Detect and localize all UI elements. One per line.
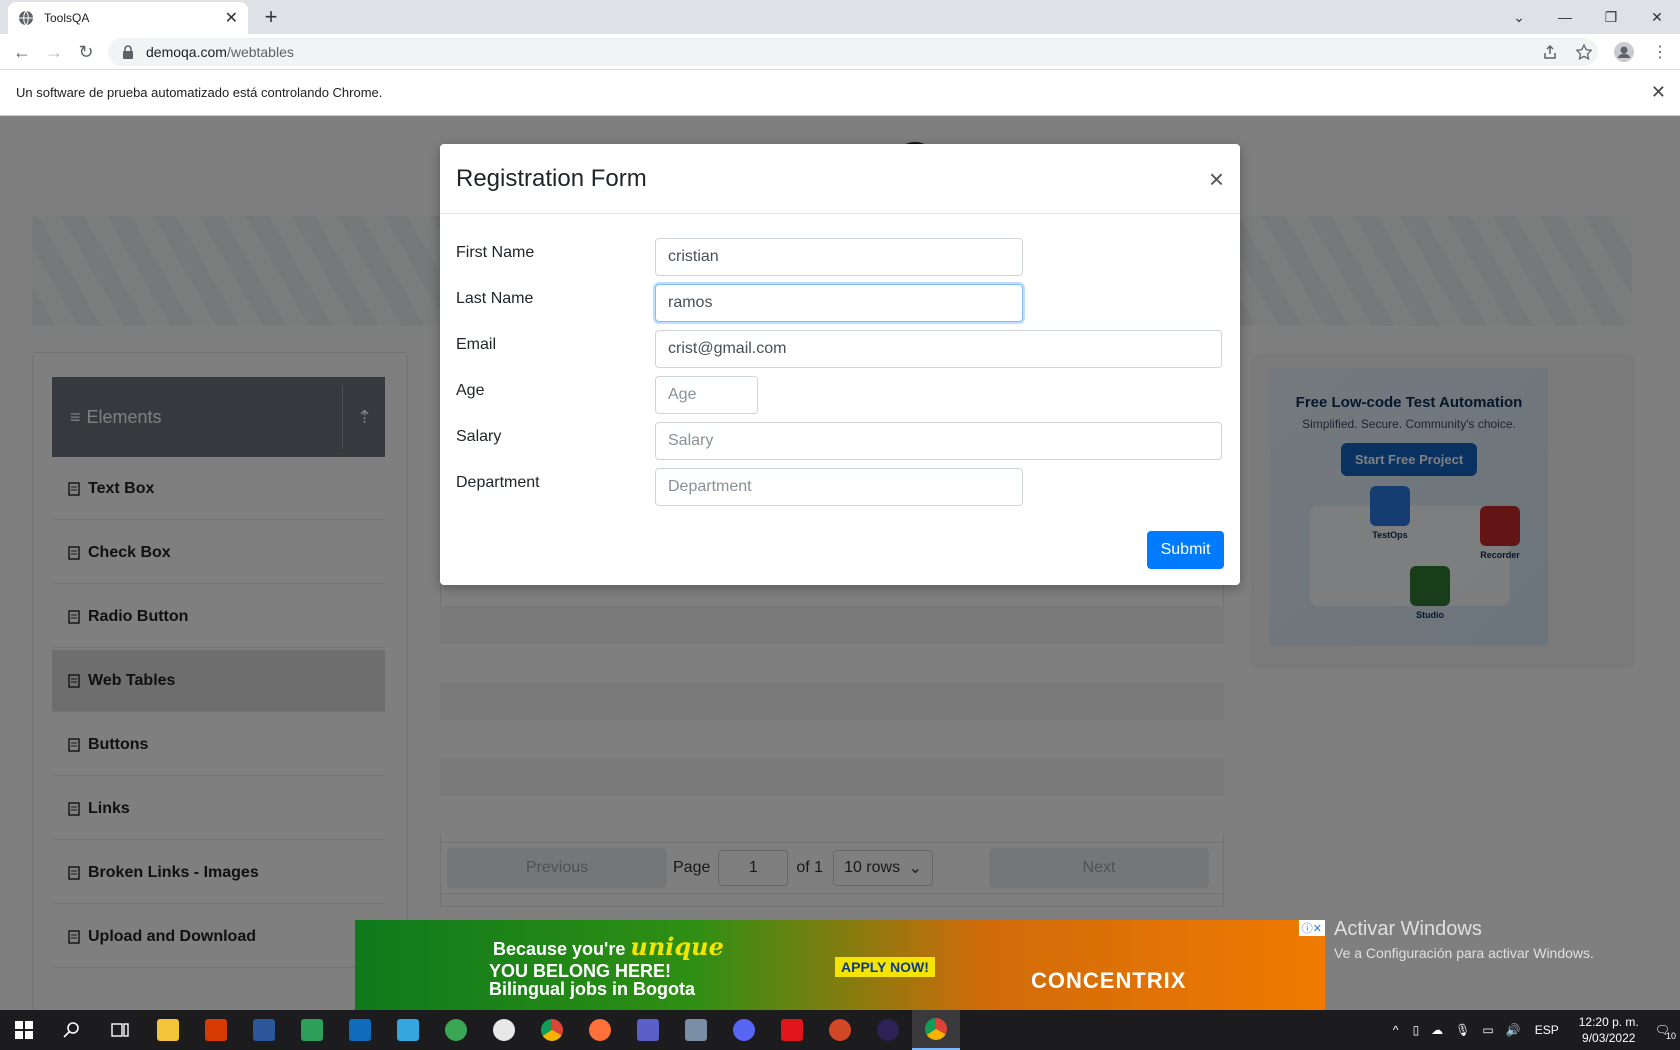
infobar-text: Un software de prueba automatizado está … — [16, 85, 383, 100]
globe-app-icon[interactable] — [432, 1010, 480, 1050]
tab-search-icon[interactable]: ⌄ — [1496, 0, 1542, 34]
notifications-icon[interactable]: 🗨 10 — [1655, 1023, 1676, 1041]
network-icon[interactable]: ▭ — [1482, 1023, 1493, 1037]
microphone-icon[interactable]: 🎙 — [1455, 1023, 1470, 1037]
system-tray: ^ ▯ ☁ 🎙 ▭ 🔊 ESP 12:20 p. m. 9/03/2022 🗨 1… — [1385, 1010, 1680, 1050]
email-label: Email — [456, 336, 497, 353]
url-input[interactable]: demoqa.com/webtables — [108, 38, 1598, 66]
close-tab-icon[interactable]: ✕ — [225, 8, 238, 28]
last-name-label: Last Name — [456, 290, 534, 307]
restore-button[interactable]: ❐ — [1588, 0, 1634, 34]
department-row: Department — [456, 468, 1226, 508]
ad-choices-close-icon[interactable]: ⓘ✕ — [1298, 920, 1325, 936]
windows-taskbar: ^ ▯ ☁ 🎙 ▭ 🔊 ESP 12:20 p. m. 9/03/2022 🗨 1… — [0, 1010, 1680, 1050]
ad-line-2-text: YOU BELONG HERE! — [489, 961, 672, 981]
language-indicator[interactable]: ESP — [1535, 1023, 1559, 1037]
registration-modal: Registration Form × First Name Last Name… — [440, 144, 1240, 585]
browser-tabbar: ToolsQA ✕ + ⌄ — ❐ ✕ — [0, 0, 1680, 34]
powerpoint-icon[interactable] — [816, 1010, 864, 1050]
task-view-icon[interactable] — [96, 1010, 144, 1050]
cloud-icon[interactable]: ☁ — [1431, 1023, 1443, 1037]
infobar-close-icon[interactable]: ✕ — [1651, 82, 1666, 103]
app-icon[interactable] — [480, 1010, 528, 1050]
chevron-up-icon[interactable]: ^ — [1393, 1023, 1399, 1037]
minimize-button[interactable]: — — [1542, 0, 1588, 34]
clock-date: 9/03/2022 — [1582, 1031, 1636, 1045]
globe-icon — [19, 10, 33, 26]
modal-title: Registration Form — [456, 164, 647, 192]
clock[interactable]: 12:20 p. m. 9/03/2022 — [1579, 1014, 1639, 1046]
ad-line-1-prefix: Because you're — [493, 939, 626, 959]
clock-time: 12:20 p. m. — [1578, 1015, 1639, 1029]
close-window-button[interactable]: ✕ — [1634, 0, 1680, 34]
new-tab-button[interactable]: + — [258, 4, 284, 30]
browser-tab[interactable]: ToolsQA ✕ — [8, 2, 248, 34]
watermark-title: Activar Windows — [1334, 918, 1482, 940]
back-icon[interactable]: ← — [10, 40, 34, 64]
address-bar-row: ← → ↻ demoqa.com/webtables ⋮ — [0, 34, 1680, 70]
ad-line-3-text: Bilingual jobs in Bogota — [489, 979, 695, 999]
url-domain: demoqa.com — [146, 44, 227, 60]
ad-line-1: Because you're unique — [493, 932, 724, 961]
chrome-icon[interactable] — [528, 1010, 576, 1050]
salary-label: Salary — [456, 428, 502, 445]
device-icon[interactable]: ▯ — [1413, 1023, 1420, 1037]
close-icon[interactable]: × — [1209, 166, 1224, 192]
f-app-icon[interactable] — [384, 1010, 432, 1050]
first-name-input[interactable] — [655, 238, 1023, 276]
notification-count: 10 — [1665, 1031, 1676, 1041]
modal-header: Registration Form × — [440, 144, 1240, 214]
outlook-icon[interactable] — [336, 1010, 384, 1050]
salary-input[interactable] — [655, 422, 1222, 460]
media-app-icon[interactable] — [288, 1010, 336, 1050]
last-name-input[interactable] — [655, 284, 1023, 322]
discord-icon[interactable] — [720, 1010, 768, 1050]
email-row: Email — [456, 330, 1226, 370]
reload-icon[interactable]: ↻ — [74, 40, 98, 64]
forward-icon[interactable]: → — [42, 40, 66, 64]
eclipse-icon[interactable] — [864, 1010, 912, 1050]
teams-icon[interactable] — [624, 1010, 672, 1050]
profile-avatar-icon[interactable] — [1614, 40, 1634, 64]
first-name-label: First Name — [456, 244, 535, 261]
concentrix-logo: CONCENTRIX — [1031, 968, 1187, 993]
adobe-icon[interactable] — [768, 1010, 816, 1050]
department-label: Department — [456, 474, 540, 491]
url-path: /webtables — [226, 44, 294, 60]
last-name-row: Last Name — [456, 284, 1226, 324]
app-window-icon[interactable] — [672, 1010, 720, 1050]
apply-now-button[interactable]: APPLY NOW! — [835, 957, 935, 977]
bottom-banner-ad[interactable]: Because you're unique YOU BELONG HERE! Bi… — [355, 920, 1325, 1010]
email-input[interactable] — [655, 330, 1222, 368]
age-label: Age — [456, 382, 485, 399]
chrome-active-icon[interactable] — [912, 1010, 960, 1050]
volume-icon[interactable]: 🔊 — [1506, 1023, 1521, 1037]
ad-line-1-emph: unique — [630, 932, 724, 961]
bookmark-star-icon[interactable] — [1576, 40, 1592, 64]
watermark-subtitle: Ve a Configuración para activar Windows. — [1334, 945, 1594, 961]
automation-infobar: Un software de prueba automatizado está … — [0, 70, 1680, 116]
start-button[interactable] — [0, 1010, 48, 1050]
salary-row: Salary — [456, 422, 1226, 462]
office-icon[interactable] — [192, 1010, 240, 1050]
menu-kebab-icon[interactable]: ⋮ — [1652, 40, 1668, 64]
age-input[interactable] — [655, 376, 758, 414]
firefox-icon[interactable] — [576, 1010, 624, 1050]
age-row: Age — [456, 376, 1226, 416]
submit-button[interactable]: Submit — [1147, 531, 1224, 569]
lock-icon — [123, 45, 133, 59]
department-input[interactable] — [655, 468, 1023, 506]
tab-title: ToolsQA — [44, 11, 90, 25]
share-icon[interactable] — [1542, 40, 1558, 64]
word-icon[interactable] — [240, 1010, 288, 1050]
ad-line-2: YOU BELONG HERE! Bilingual jobs in Bogota — [489, 962, 695, 998]
first-name-row: First Name — [456, 238, 1226, 278]
windows-activation-watermark: Activar Windows Ve a Configuración para … — [1334, 918, 1594, 961]
file-explorer-icon[interactable] — [144, 1010, 192, 1050]
windows-logo-icon — [15, 1021, 33, 1039]
search-icon[interactable] — [48, 1010, 96, 1050]
